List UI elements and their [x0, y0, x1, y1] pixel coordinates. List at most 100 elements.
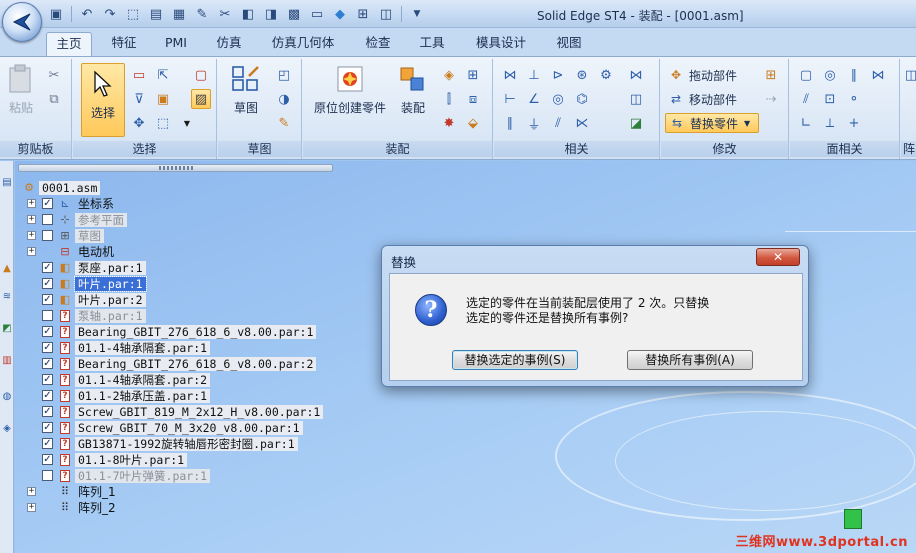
expand-icon[interactable]: + — [27, 199, 36, 208]
tree-item[interactable]: ✓? Screw_GBIT_819_M_2x12_H_v8.00.par:1 — [27, 404, 324, 419]
select-dropdown-icon[interactable]: ▼ — [177, 113, 197, 133]
axial-align-icon[interactable]: ⊳ — [548, 65, 568, 85]
cam-icon[interactable]: ⌬ — [572, 89, 592, 109]
dialog-close-button[interactable]: ✕ — [756, 248, 800, 266]
assemble-button[interactable]: 装配 — [395, 63, 431, 116]
tab-simulation-geometry[interactable]: 仿真几何体 — [263, 32, 343, 56]
copy-icon[interactable]: ⧉ — [44, 89, 64, 109]
tree-item[interactable]: + ⊟ 电动机 — [27, 244, 117, 259]
tree-item[interactable]: + ⊞ 草图 — [27, 228, 104, 243]
tab-mold-design[interactable]: 模具设计 — [468, 32, 534, 56]
window-icon[interactable]: ▭ — [307, 4, 327, 24]
visibility-checkbox[interactable]: ✓ — [42, 454, 53, 465]
visibility-checkbox[interactable]: ✓ — [42, 374, 53, 385]
save-icon[interactable]: ▣ — [46, 4, 66, 24]
modify-tool-2-icon[interactable]: ⇢ — [761, 89, 781, 109]
modify-tool-1-icon[interactable]: ⊞ — [761, 65, 781, 85]
planar-align-icon[interactable]: ⊥ — [524, 65, 544, 85]
pathfinder-resize-bar[interactable] — [18, 164, 333, 172]
tab-view[interactable]: 视图 — [548, 32, 590, 56]
expand-icon[interactable]: + — [27, 487, 36, 496]
face-rigid-icon[interactable]: ⚬ — [844, 89, 864, 109]
print-icon[interactable]: ▩ — [284, 4, 304, 24]
insert-relation-icon[interactable]: ⊛ — [572, 65, 592, 85]
face-offset-icon[interactable]: + — [844, 113, 864, 133]
filter-icon[interactable]: ⊽ — [129, 89, 149, 109]
new-file-icon[interactable]: ▤ — [146, 4, 166, 24]
face-parallel-icon[interactable]: ∥ — [844, 65, 864, 85]
parts-library-tab-icon[interactable]: ▲ — [1, 261, 13, 275]
tree-item[interactable]: ? 01.1-7叶片弹簧.par:1 — [27, 468, 211, 483]
layers-tab-icon[interactable]: ≋ — [1, 289, 13, 303]
mirror-icon[interactable]: ⧈ — [463, 89, 483, 109]
face-coplanar-icon[interactable]: ▢ — [796, 65, 816, 85]
tree-item[interactable]: ✓? 01.1-8叶片.par:1 — [27, 452, 188, 467]
replace-all-button[interactable]: 替换所有事例(A) — [627, 350, 753, 370]
doc-icon[interactable]: ◨ — [261, 4, 281, 24]
show-relations-icon[interactable]: ◫ — [626, 89, 646, 109]
tab-features[interactable]: 特征 — [104, 32, 144, 56]
tab-inspect[interactable]: 检查 — [357, 32, 399, 56]
expand-icon[interactable]: + — [27, 231, 36, 240]
cut-tool-icon[interactable]: ◫ — [901, 65, 916, 85]
select-window-icon[interactable]: ▭ — [129, 65, 149, 85]
face-perpendicular-icon[interactable]: ∟ — [796, 113, 816, 133]
pathfinder-tab-icon[interactable]: ▤ — [1, 175, 13, 189]
tree-root[interactable]: ⚙ 0001.asm — [21, 180, 101, 195]
feature-library-tab-icon[interactable]: ◩ — [1, 321, 13, 335]
tab-pmi[interactable]: PMI — [158, 32, 194, 56]
visibility-checkbox[interactable]: ✓ — [42, 406, 53, 417]
visibility-checkbox[interactable]: ✓ — [42, 422, 53, 433]
visibility-checkbox[interactable]: ✓ — [42, 262, 53, 273]
application-button[interactable] — [2, 2, 42, 42]
replace-selected-button[interactable]: 替换选定的事例(S) — [452, 350, 578, 370]
tree-item[interactable]: ✓? Bearing_GBIT_276_618_6_v8.00.par:2 — [27, 356, 317, 371]
tree-item[interactable]: ✓? Bearing_GBIT_276_618_6_v8.00.par:1 — [27, 324, 317, 339]
connect-icon[interactable]: ⊢ — [500, 89, 520, 109]
insert-component-icon[interactable]: ◈ — [439, 65, 459, 85]
tree-item[interactable]: ✓? 01.1-2轴承压盖.par:1 — [27, 388, 211, 403]
sketch-button[interactable]: 草图 — [226, 63, 266, 116]
select-tool-icon[interactable]: ⬚ — [123, 4, 143, 24]
face-symmetric-icon[interactable]: ⋈ — [868, 65, 888, 85]
visibility-checkbox[interactable]: ✓ — [42, 294, 53, 305]
expand-icon[interactable]: + — [27, 503, 36, 512]
face-horizontal-icon[interactable]: ⊡ — [820, 89, 840, 109]
select-highlight-icon[interactable]: ▨ — [191, 89, 211, 109]
face-concentric-icon[interactable]: ◎ — [820, 65, 840, 85]
tree-item[interactable]: ✓? Screw_GBIT_70_M_3x20_v8.00.par:1 — [27, 420, 303, 435]
visibility-checkbox[interactable] — [42, 214, 53, 225]
drag-component-button[interactable]: ✥ 拖动部件 — [667, 65, 737, 85]
path-icon[interactable]: ⫽ — [548, 113, 568, 133]
customize-qat-icon[interactable]: ▼ — [407, 4, 427, 24]
visibility-checkbox[interactable] — [42, 230, 53, 241]
palette-icon[interactable]: ◫ — [376, 4, 396, 24]
visibility-checkbox[interactable]: ✓ — [42, 342, 53, 353]
gear-relation-icon[interactable]: ⚙ — [596, 65, 616, 85]
tree-item[interactable]: + ⠿ 阵列_2 — [27, 500, 119, 515]
tab-tools[interactable]: 工具 — [412, 32, 452, 56]
paste-button[interactable]: 粘贴 — [4, 63, 38, 116]
select-part-icon[interactable]: ▣ — [153, 89, 173, 109]
face-aligned-icon[interactable]: ⟂ — [820, 113, 840, 133]
assembly-tools-icon[interactable]: ⬙ — [463, 113, 483, 133]
tree-item[interactable]: ✓? 01.1-4轴承隔套.par:2 — [27, 372, 211, 387]
fastener-icon[interactable]: ⫿ — [439, 89, 459, 109]
face-tangent-icon[interactable]: ⫽ — [796, 89, 816, 109]
visibility-checkbox[interactable]: ✓ — [42, 358, 53, 369]
tab-home[interactable]: 主页 — [46, 32, 92, 57]
expand-icon[interactable]: + — [27, 215, 36, 224]
tree-item[interactable]: ? 泵轴.par:1 — [27, 308, 146, 323]
tree-item[interactable]: ✓ ◧ 叶片.par:1 — [27, 275, 147, 292]
mate-icon[interactable]: ⋈ — [500, 65, 520, 85]
capture-fit-icon[interactable]: ◪ — [626, 113, 646, 133]
pattern-icon[interactable]: ⊞ — [463, 65, 483, 85]
relation-assistant-icon[interactable]: ⋈ — [626, 65, 646, 85]
tree-item[interactable]: ✓? 01.1-4轴承隔套.par:1 — [27, 340, 211, 355]
create-in-place-button[interactable]: 原位创建零件 — [307, 63, 393, 116]
alternate-assemblies-tab-icon[interactable]: ◍ — [1, 389, 13, 403]
tree-item[interactable]: ✓ ◧ 叶片.par:2 — [27, 292, 146, 307]
sketch-plane-icon[interactable]: ◰ — [274, 65, 294, 85]
ground-icon[interactable]: ⏚ — [524, 113, 544, 133]
wrench-icon[interactable]: ✎ — [192, 4, 212, 24]
